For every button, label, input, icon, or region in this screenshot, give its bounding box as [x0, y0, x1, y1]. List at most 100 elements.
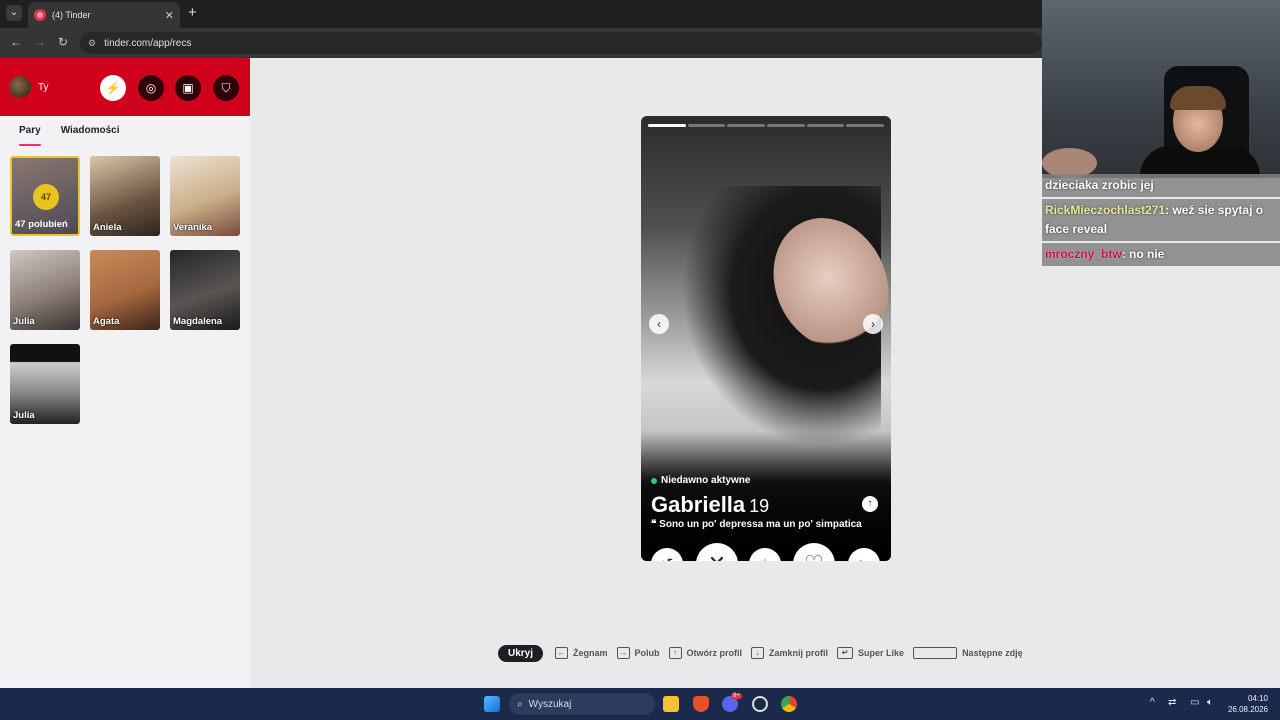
- tab-search-icon[interactable]: ⌄: [6, 5, 22, 21]
- boost-icon[interactable]: ⚡: [100, 75, 126, 101]
- display-icon[interactable]: ▭: [1190, 697, 1199, 708]
- match-tile[interactable]: Magdalena: [170, 250, 240, 330]
- back-icon[interactable]: ←: [10, 35, 22, 49]
- forward-icon[interactable]: →: [34, 35, 46, 49]
- profile-age: 19: [749, 496, 770, 516]
- open-profile-arrow-icon[interactable]: ↑: [862, 496, 878, 512]
- hide-shortcuts-button[interactable]: Ukryj: [498, 644, 544, 662]
- file-explorer-icon[interactable]: [663, 696, 679, 712]
- clock-time: 04:10: [1247, 694, 1268, 703]
- photo-progress-segment: [648, 124, 686, 127]
- reload-icon[interactable]: ↻: [58, 35, 68, 49]
- arrow-right-key-icon: →: [616, 647, 630, 659]
- windows-start-icon[interactable]: [484, 696, 500, 712]
- match-name: Julia: [13, 316, 35, 327]
- arrow-down-key-icon: ↓: [751, 647, 765, 659]
- likes-count-badge: 47: [33, 184, 59, 210]
- match-name: Agata: [93, 316, 120, 327]
- chrome-icon[interactable]: [781, 696, 797, 712]
- brave-browser-icon[interactable]: [693, 696, 709, 712]
- tab-matches[interactable]: Pary: [19, 125, 41, 146]
- arrow-left-key-icon: ←: [555, 647, 569, 659]
- shield-icon[interactable]: ⛉: [213, 75, 239, 101]
- chat-message: RickMieczochlast271: weź sie spytaj o fa…: [1042, 199, 1280, 241]
- previous-photo-icon[interactable]: ‹: [649, 314, 669, 334]
- close-x-icon: ✕: [708, 551, 726, 561]
- enter-key-icon: ↵: [837, 647, 854, 659]
- discord-notification-badge: 9+: [731, 693, 742, 699]
- profile-bio: ❝ Sono un po' depressa ma un po' simpati…: [651, 519, 862, 530]
- likes-tile[interactable]: 47 47 polubień: [10, 156, 80, 236]
- keyboard-shortcuts-bar: Ukryj ← Żegnam → Polub ↑ Otwórz profil ↓ Zam…: [498, 644, 1036, 662]
- close-tab-icon[interactable]: ✕: [165, 9, 174, 22]
- shortcut-open-profile-label: Otwórz profil: [686, 648, 743, 658]
- sidebar-header: Ty ⚡ ◎ ▣ ⛉: [0, 58, 250, 116]
- taskbar-search[interactable]: ⌕ Wyszukaj: [509, 693, 655, 715]
- chat-message: mroczny_btw: no nie: [1042, 243, 1280, 266]
- shortcut-close-profile: ↓ Zamknij profil: [751, 647, 828, 659]
- photo-progress-segment: [727, 124, 766, 127]
- match-tile[interactable]: Julia: [10, 250, 80, 330]
- heart-icon: ♡: [804, 551, 824, 561]
- browser-tab[interactable]: (4) Tinder ✕: [28, 2, 180, 28]
- quote-icon: ❝: [651, 519, 657, 530]
- shortcut-nope: ← Żegnam: [555, 647, 608, 659]
- url-text: tinder.com/app/recs: [104, 37, 192, 49]
- match-tile[interactable]: Aniela: [90, 156, 160, 236]
- tray-chevron-icon[interactable]: ^: [1150, 697, 1155, 708]
- new-tab-icon[interactable]: +: [188, 4, 197, 21]
- shortcut-close-profile-label: Zamknij profil: [769, 648, 829, 658]
- network-icon[interactable]: ⇄: [1168, 697, 1176, 708]
- webcam-overlay: [1042, 0, 1280, 178]
- avatar[interactable]: [9, 76, 31, 98]
- profile-name-line: Gabriella 19: [651, 492, 769, 518]
- sidebar: Ty ⚡ ◎ ▣ ⛉ Pary Wiadomości 47 47 polubie…: [0, 58, 250, 688]
- sidebar-tabs: Pary Wiadomości: [0, 116, 250, 146]
- briefcase-icon[interactable]: ▣: [175, 75, 201, 101]
- next-photo-icon[interactable]: ›: [863, 314, 883, 334]
- photo-progress-segment: [846, 124, 885, 127]
- profile-card[interactable]: ‹ › Niedawno aktywne Gabriella 19 ↑ ❝ Son…: [641, 116, 891, 561]
- shortcut-nope-label: Żegnam: [573, 648, 608, 658]
- tinder-favicon-icon: [34, 9, 46, 21]
- tab-title: (4) Tinder: [52, 10, 91, 20]
- profile-name: Gabriella: [651, 492, 746, 517]
- shortcut-next-photo-label: Następne zdję: [962, 648, 1023, 658]
- url-field[interactable]: ⚙ tinder.com/app/recs: [80, 32, 1042, 54]
- shortcut-super-like-label: Super Like: [858, 648, 905, 658]
- arrow-up-key-icon: ↑: [668, 647, 682, 659]
- match-name: Aniela: [93, 222, 122, 233]
- taskbar-clock[interactable]: 04:10 26.08.2026: [1226, 693, 1268, 715]
- match-tile[interactable]: Veranika: [170, 156, 240, 236]
- match-name: Magdalena: [173, 316, 223, 327]
- star-icon: ☆: [758, 555, 771, 561]
- shortcut-open-profile: ↑ Otwórz profil: [668, 647, 743, 659]
- photo-progress-segment: [687, 124, 726, 127]
- space-key-icon: [913, 647, 958, 659]
- taskbar: ⌕ Wyszukaj 9+ ^ ⇄ ▭ 🔈︎ 04:10 26.08.2026: [0, 688, 1280, 720]
- volume-icon[interactable]: 🔈︎: [1207, 697, 1213, 708]
- site-settings-icon[interactable]: ⚙: [88, 38, 96, 49]
- shortcut-like-label: Polub: [634, 648, 660, 658]
- rewind-icon: ↺: [661, 555, 674, 561]
- match-tile[interactable]: Julia: [10, 344, 80, 424]
- profile-bio-text: Sono un po' depressa ma un po' simpatica: [659, 519, 862, 530]
- chat-username: RickMieczochlast271: [1045, 203, 1166, 217]
- tab-messages[interactable]: Wiadomości: [61, 125, 120, 142]
- user-name[interactable]: Ty: [38, 82, 49, 93]
- steam-icon[interactable]: [752, 696, 768, 712]
- search-icon: ⌕: [517, 698, 523, 710]
- clock-date: 26.08.2026: [1227, 705, 1268, 714]
- chat-message-text: dzieciaka zrobic jej: [1045, 178, 1154, 192]
- online-dot-icon: [651, 477, 657, 484]
- match-tile[interactable]: Agata: [90, 250, 160, 330]
- send-plane-icon: ➤: [858, 555, 871, 561]
- taskbar-search-placeholder: Wyszukaj: [528, 698, 572, 710]
- activity-status: Niedawno aktywne: [651, 475, 750, 486]
- photo-progress-segment: [806, 124, 845, 127]
- activity-status-text: Niedawno aktywne: [661, 475, 751, 486]
- explore-compass-icon[interactable]: ◎: [138, 75, 164, 101]
- shortcut-super-like: ↵ Super Like: [837, 647, 904, 659]
- photo-progress-bar: [648, 124, 885, 127]
- match-name: Veranika: [173, 222, 213, 233]
